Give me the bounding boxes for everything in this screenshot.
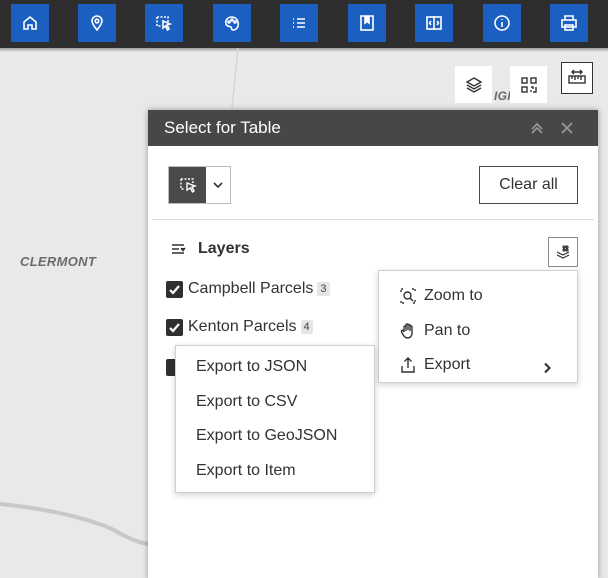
select-button[interactable] [145, 4, 183, 42]
clear-all-button[interactable]: Clear all [479, 166, 578, 204]
measure-button[interactable] [561, 62, 593, 94]
collapse-panel-button[interactable] [522, 117, 552, 139]
list-button[interactable] [280, 4, 318, 42]
layers-header: Layers [170, 240, 250, 258]
chevron-down-icon [213, 182, 223, 189]
layer-context-menu: Zoom to Pan to Export [378, 270, 578, 383]
selection-tool-group [168, 166, 231, 204]
home-icon [23, 15, 37, 30]
export-submenu: Export to JSON Export to CSV Export to G… [175, 345, 375, 493]
export-icon [401, 357, 415, 373]
info-button[interactable] [483, 4, 521, 42]
menu-item-export[interactable]: Export [379, 348, 577, 383]
layer-count-badge: 3 [317, 282, 330, 296]
menu-item-export-item[interactable]: Export to Item [176, 454, 374, 489]
home-button[interactable] [11, 4, 49, 42]
print-button[interactable] [550, 4, 588, 42]
palette-icon [224, 16, 240, 31]
layer-checkbox[interactable] [166, 280, 183, 298]
layer-item-campbell: Campbell Parcels 3 [166, 280, 330, 298]
chevron-right-icon [544, 362, 551, 374]
pan-hand-icon [400, 323, 413, 339]
locate-button[interactable] [78, 4, 116, 42]
close-icon [561, 122, 573, 134]
menu-item-label: Export [424, 356, 471, 374]
compare-button[interactable] [415, 4, 453, 42]
select-by-rectangle-button[interactable] [169, 167, 206, 203]
layer-options-icon [556, 245, 570, 259]
menu-item-pan-to[interactable]: Pan to [379, 314, 577, 349]
layers-title: Layers [198, 240, 250, 257]
layer-list-button[interactable] [455, 66, 492, 103]
menu-item-label: Pan to [424, 321, 471, 339]
panel-header: Select for Table [148, 110, 598, 146]
select-pointer-icon [156, 16, 173, 32]
layers-stack-icon [465, 76, 482, 93]
compare-icon [426, 16, 442, 30]
layer-name: Campbell Parcels [188, 280, 314, 297]
print-icon [561, 15, 577, 31]
double-chevron-up-icon [531, 122, 543, 134]
basemap-button[interactable] [213, 4, 251, 42]
divider [152, 219, 594, 220]
map-label-clermont: CLERMONT [20, 254, 97, 269]
bookmark-icon [360, 15, 374, 31]
ruler-icon [568, 69, 586, 84]
qr-code-button[interactable] [510, 66, 547, 103]
selection-mode-dropdown[interactable] [206, 167, 230, 203]
zoom-to-icon [400, 288, 416, 304]
menu-item-zoom-to[interactable]: Zoom to [379, 279, 577, 314]
qr-code-icon [520, 76, 537, 93]
menu-item-export-geojson[interactable]: Export to GeoJSON [176, 419, 374, 454]
layer-name: Kenton Parcels [188, 318, 297, 335]
layer-checkbox[interactable] [166, 318, 183, 336]
panel-title: Select for Table [164, 118, 281, 137]
menu-item-export-json[interactable]: Export to JSON [176, 350, 374, 385]
layer-count-badge: 4 [300, 320, 313, 334]
checkmark-icon [169, 322, 180, 333]
top-toolbar [0, 0, 608, 48]
menu-item-export-csv[interactable]: Export to CSV [176, 385, 374, 420]
layer-options-button[interactable] [548, 237, 578, 267]
checkmark-icon [169, 284, 180, 295]
layer-item-kenton: Kenton Parcels 4 [166, 318, 313, 336]
select-pointer-icon [179, 178, 197, 194]
list-icon [293, 18, 305, 28]
location-pin-icon [91, 15, 103, 32]
info-icon [494, 15, 510, 31]
layers-collapse-icon[interactable] [170, 241, 186, 257]
menu-item-label: Zoom to [424, 287, 483, 305]
close-panel-button[interactable] [552, 117, 582, 139]
bookmark-button[interactable] [348, 4, 386, 42]
